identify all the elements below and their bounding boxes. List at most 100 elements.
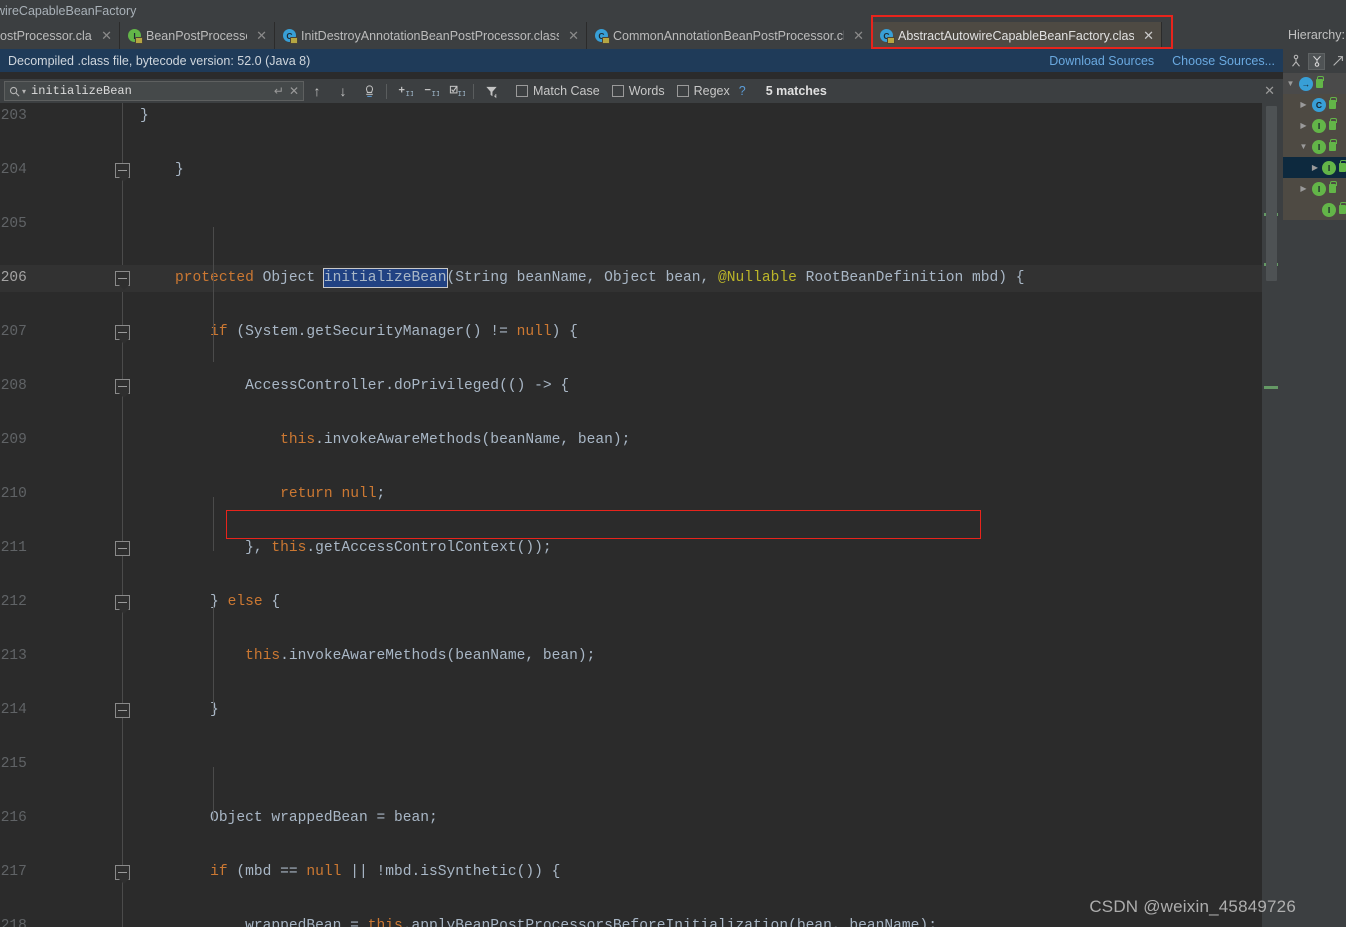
select-occurrences-button[interactable]: II: [443, 79, 469, 103]
filter-search-button[interactable]: [478, 79, 504, 103]
code-line[interactable]: 1211 }, this.getAccessControlContext());: [0, 535, 1283, 562]
line-number: 1216: [0, 810, 27, 826]
words-box[interactable]: [611, 85, 624, 97]
interface-icon: I: [1312, 118, 1326, 133]
code-text: protected Object initializeBean(String b…: [175, 268, 1025, 288]
chevron-down-icon[interactable]: ▼: [1285, 79, 1296, 88]
code-line[interactable]: 1216 Object wrappedBean = bean;: [0, 805, 1283, 832]
close-tab-icon[interactable]: ✕: [256, 29, 267, 42]
code-line[interactable]: 1204 }: [0, 157, 1283, 184]
close-tab-icon[interactable]: ✕: [101, 29, 112, 42]
hierarchy-tree-node[interactable]: ▶ I: [1283, 157, 1346, 178]
search-input[interactable]: [31, 84, 269, 98]
lock-icon: [1329, 97, 1337, 109]
code-line[interactable]: 1205: [0, 211, 1283, 238]
line-number: 1212: [0, 594, 27, 610]
hierarchy-tree-node[interactable]: ▶ I: [1283, 178, 1346, 199]
code-line[interactable]: 1213 this.invokeAwareMethods(beanName, b…: [0, 643, 1283, 670]
editor-tab[interactable]: C CommonAnnotationBeanPostProcessor.class…: [587, 22, 872, 49]
words-checkbox[interactable]: Words: [611, 84, 665, 98]
chevron-right-icon[interactable]: ▶: [1298, 100, 1309, 109]
supertypes-hierarchy-icon[interactable]: [1308, 52, 1325, 70]
fold-expanded-icon[interactable]: [115, 379, 130, 398]
code-line[interactable]: 1215: [0, 751, 1283, 778]
code-line[interactable]: 1210 return null;: [0, 481, 1283, 508]
line-number: 1205: [0, 216, 27, 232]
code-line[interactable]: 1214 }: [0, 697, 1283, 724]
clear-search-icon[interactable]: ✕: [289, 84, 299, 98]
editor-tab[interactable]: C InitDestroyAnnotationBeanPostProcessor.…: [275, 22, 587, 49]
regex-help-icon[interactable]: ?: [739, 84, 746, 98]
code-text: if (System.getSecurityManager() != null)…: [210, 324, 578, 340]
decompiled-notification-bar: Decompiled .class file, bytecode version…: [0, 49, 1283, 72]
chevron-right-icon[interactable]: ▶: [1311, 163, 1319, 172]
line-number: 1206: [0, 270, 27, 286]
match-count-label: 5 matches: [765, 84, 827, 98]
hierarchy-tree-node[interactable]: ▶ C: [1283, 94, 1346, 115]
subtypes-hierarchy-icon[interactable]: [1287, 53, 1304, 70]
chevron-right-icon[interactable]: ▶: [1298, 121, 1309, 130]
svg-text:II: II: [457, 91, 465, 99]
fold-expanded-icon[interactable]: [115, 865, 130, 884]
choose-sources-link[interactable]: Choose Sources...: [1172, 54, 1275, 68]
hierarchy-tree[interactable]: ▼ → ▶ C ▶ I ▼ I ▶ I ▶ I I: [1283, 73, 1346, 220]
editor-tab-label: InitDestroyAnnotationBeanPostProcessor.c…: [301, 28, 560, 43]
chevron-down-icon[interactable]: ▼: [1298, 142, 1309, 151]
add-occurrence-button[interactable]: II: [391, 79, 417, 103]
code-text: }: [140, 108, 149, 124]
download-sources-link[interactable]: Download Sources: [1049, 54, 1154, 68]
search-history-chevron-icon[interactable]: ▾: [22, 87, 26, 96]
line-number: 1209: [0, 432, 27, 448]
hierarchy-tree-node[interactable]: ▼ →: [1283, 73, 1346, 94]
code-text: AccessController.doPrivileged(() -> {: [140, 378, 570, 394]
hierarchy-tool-window[interactable]: Hierarchy: ▼ → ▶ C ▶ I ▼ I ▶ I ▶ I I: [1283, 22, 1346, 927]
regex-box[interactable]: [676, 85, 689, 97]
class-icon: C: [283, 29, 298, 44]
class-hierarchy-icon[interactable]: [1329, 53, 1346, 70]
regex-checkbox[interactable]: Regex: [676, 84, 730, 98]
fold-end-icon[interactable]: [115, 541, 130, 556]
code-line[interactable]: 1203}: [0, 103, 1283, 130]
fold-expanded-icon[interactable]: [115, 163, 130, 182]
hierarchy-tree-node[interactable]: I: [1283, 199, 1346, 220]
code-line[interactable]: 1207 if (System.getSecurityManager() != …: [0, 319, 1283, 346]
editor-marker[interactable]: [1264, 386, 1278, 389]
fold-end-icon[interactable]: [115, 703, 130, 718]
code-line[interactable]: 1212 } else {: [0, 589, 1283, 616]
editor-tab-label: CommonAnnotationBeanPostProcessor.class: [613, 28, 845, 43]
match-case-checkbox[interactable]: Match Case: [516, 84, 600, 98]
editor-tab[interactable]: ostProcessor.class ✕: [0, 22, 120, 49]
remove-occurrence-button[interactable]: II: [417, 79, 443, 103]
hierarchy-tree-node[interactable]: ▼ I: [1283, 136, 1346, 157]
code-line[interactable]: 1208 AccessController.doPrivileged(() ->…: [0, 373, 1283, 400]
line-number: 1210: [0, 486, 27, 502]
search-input-wrapper[interactable]: ▾ ↵ ✕: [4, 81, 304, 101]
editor-tab[interactable]: C AbstractAutowireCapableBeanFactory.clas…: [872, 22, 1162, 49]
lock-icon: [1339, 202, 1346, 214]
close-tab-icon[interactable]: ✕: [1143, 29, 1154, 42]
line-number: 1213: [0, 648, 27, 664]
editor-scrollbar-thumb[interactable]: [1266, 106, 1277, 281]
svg-text:II: II: [405, 91, 413, 99]
code-editor[interactable]: 1203} 1204 } 1205 1206 protected Object ini…: [0, 103, 1283, 927]
code-line[interactable]: 1217 if (mbd == null || !mbd.isSynthetic…: [0, 859, 1283, 886]
fold-expanded-icon[interactable]: [115, 271, 130, 290]
fold-expanded-icon[interactable]: [115, 325, 130, 344]
match-case-box[interactable]: [516, 85, 528, 97]
editor-tab[interactable]: IBeanPostProcessor.class ✕: [120, 22, 275, 49]
close-find-icon[interactable]: ✕: [1264, 83, 1283, 99]
close-tab-icon[interactable]: ✕: [853, 29, 864, 42]
code-text: this.invokeAwareMethods(beanName, bean);: [245, 648, 596, 664]
lock-icon: [1316, 76, 1324, 88]
close-tab-icon[interactable]: ✕: [568, 29, 579, 42]
find-next-button[interactable]: ↓: [330, 79, 356, 103]
code-line[interactable]: 1206 protected Object initializeBean(Str…: [0, 265, 1283, 292]
line-number: 1211: [0, 540, 27, 556]
hierarchy-tree-node[interactable]: ▶ I: [1283, 115, 1346, 136]
find-previous-button[interactable]: ↑: [304, 79, 330, 103]
toolbar-separator: [386, 83, 387, 99]
code-line[interactable]: 1209 this.invokeAwareMethods(beanName, b…: [0, 427, 1283, 454]
fold-expanded-icon[interactable]: [115, 595, 130, 614]
chevron-right-icon[interactable]: ▶: [1298, 184, 1309, 193]
select-all-occurrences-button[interactable]: [356, 79, 382, 103]
